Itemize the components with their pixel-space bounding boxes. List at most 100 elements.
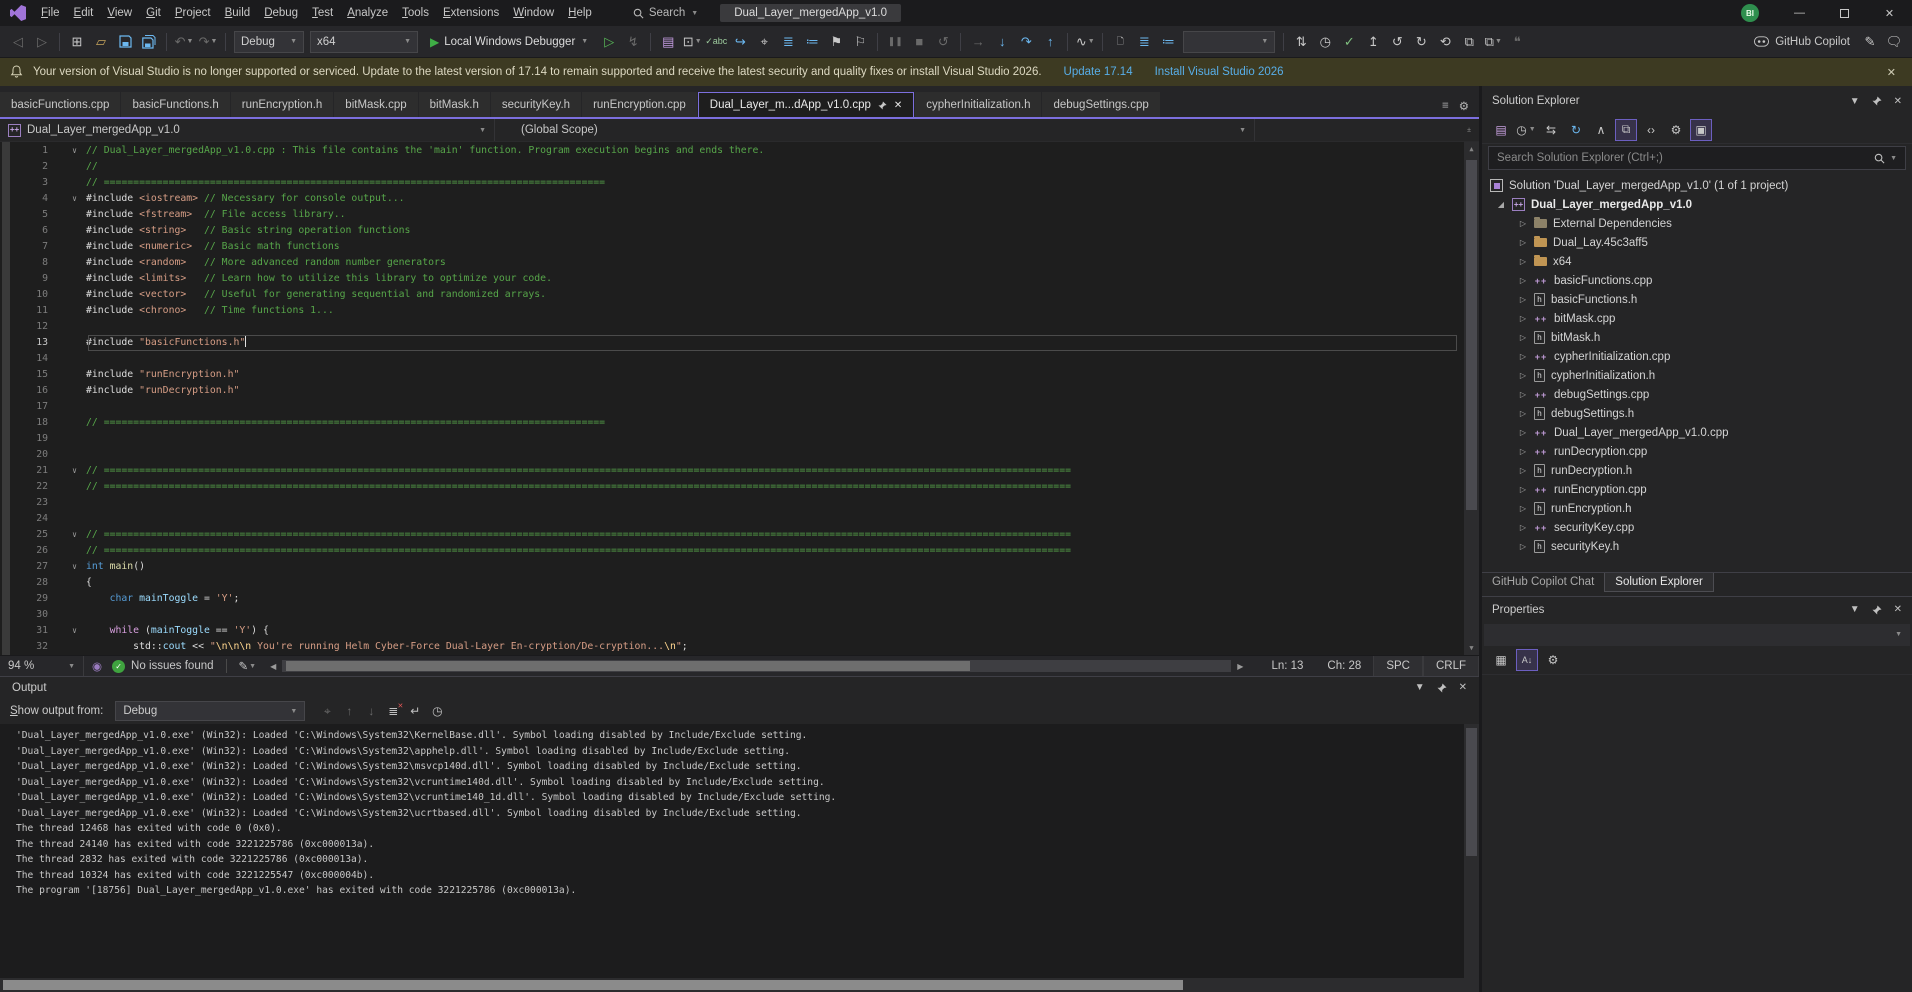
- step-out-icon[interactable]: ↑: [1039, 30, 1061, 54]
- menu-test[interactable]: Test: [305, 0, 340, 26]
- menu-extensions[interactable]: Extensions: [436, 0, 506, 26]
- window-position-icon[interactable]: ▼: [1850, 96, 1860, 107]
- save-icon[interactable]: [114, 30, 136, 54]
- restart-app-icon[interactable]: ↺: [932, 30, 954, 54]
- code-line-2[interactable]: 2//: [0, 159, 1463, 175]
- copilot-edit-icon[interactable]: ✎: [1859, 30, 1881, 54]
- tree-item-debugsettings-cpp[interactable]: ▷++debugSettings.cpp: [1482, 385, 1912, 404]
- expander-collapsed-icon[interactable]: ▷: [1518, 219, 1528, 228]
- show-next-statement-icon[interactable]: →: [967, 30, 989, 54]
- stage-changes-icon[interactable]: ⇅: [1290, 30, 1312, 54]
- code-line-4[interactable]: 4∨#include <iostream> // Necessary for c…: [0, 191, 1463, 207]
- fold-collapse-icon[interactable]: ∨: [48, 191, 86, 207]
- expander-collapsed-icon[interactable]: ▷: [1518, 409, 1528, 418]
- property-pages-icon[interactable]: ⚙: [1542, 649, 1564, 671]
- code-line-9[interactable]: 9#include <limits> // Learn how to utili…: [0, 271, 1463, 287]
- tab-basicfunctions-cpp[interactable]: basicFunctions.cpp: [0, 92, 120, 117]
- local-windows-debugger-button[interactable]: ▶Local Windows Debugger▼: [423, 30, 595, 54]
- tree-item-securitykey-h[interactable]: ▷hsecurityKey.h: [1482, 537, 1912, 556]
- expander-collapsed-icon[interactable]: ▷: [1518, 447, 1528, 456]
- menu-help[interactable]: Help: [561, 0, 599, 26]
- close-panel-icon[interactable]: ✕: [1894, 96, 1902, 107]
- bookmark-icon[interactable]: ⚑: [825, 30, 847, 54]
- properties-object-dropdown[interactable]: ▼: [1484, 624, 1910, 646]
- editor-vertical-scrollbar[interactable]: ▲ ▼: [1464, 142, 1479, 655]
- tree-item-runencryption-cpp[interactable]: ▷++runEncryption.cpp: [1482, 480, 1912, 499]
- diagnostic-tools-icon[interactable]: ∿▼: [1074, 30, 1096, 54]
- collapse-all-icon[interactable]: ∧: [1590, 119, 1612, 141]
- menu-view[interactable]: View: [100, 0, 139, 26]
- code-line-17[interactable]: 17: [0, 399, 1463, 415]
- tree-item-bitmask-cpp[interactable]: ▷++bitMask.cpp: [1482, 309, 1912, 328]
- settings-gear-icon[interactable]: ⚙: [1459, 99, 1469, 113]
- pin-icon[interactable]: [1872, 605, 1882, 615]
- expander-collapsed-icon[interactable]: ▷: [1518, 428, 1528, 437]
- spell-checker-icon[interactable]: ✓abc: [705, 30, 727, 54]
- bookmark-clear-icon[interactable]: ⚐: [849, 30, 871, 54]
- history-undo-icon[interactable]: ↺: [1386, 30, 1408, 54]
- show-all-files-icon[interactable]: ⧉: [1615, 119, 1637, 141]
- code-line-22[interactable]: 22// ===================================…: [0, 479, 1463, 495]
- code-editor[interactable]: 1∨// Dual_Layer_mergedApp_v1.0.cpp : Thi…: [0, 142, 1479, 655]
- line-ending-indicator[interactable]: CRLF: [1423, 656, 1479, 676]
- account-avatar[interactable]: BI: [1741, 4, 1759, 22]
- clear-all-icon[interactable]: ≣✕: [383, 701, 403, 721]
- code-line-5[interactable]: 5#include <fstream> // File access libra…: [0, 207, 1463, 223]
- close-tab-icon[interactable]: ✕: [894, 100, 902, 111]
- scroll-right-icon[interactable]: ▶: [1237, 662, 1243, 671]
- tree-item-basicfunctions-cpp[interactable]: ▷++basicFunctions.cpp: [1482, 271, 1912, 290]
- infobar-close-icon[interactable]: ✕: [1881, 66, 1902, 79]
- history-redo-icon[interactable]: ↻: [1410, 30, 1432, 54]
- new-project-icon[interactable]: ⊞: [66, 30, 88, 54]
- tree-item-external-dependencies[interactable]: ▷External Dependencies: [1482, 214, 1912, 233]
- tab-bitmask-h[interactable]: bitMask.h: [419, 92, 490, 117]
- output-horizontal-scrollbar[interactable]: [0, 978, 1479, 992]
- format-document-icon[interactable]: ≣: [1133, 30, 1155, 54]
- switch-views-icon[interactable]: ▤: [1490, 119, 1512, 141]
- code-line-7[interactable]: 7#include <numeric> // Basic math functi…: [0, 239, 1463, 255]
- expander-expanded-icon[interactable]: ◢: [1496, 200, 1506, 209]
- expander-collapsed-icon[interactable]: ▷: [1518, 390, 1528, 399]
- expander-collapsed-icon[interactable]: ▷: [1518, 542, 1528, 551]
- compare-options-icon[interactable]: ⧉▼: [1482, 30, 1504, 54]
- output-source-dropdown[interactable]: Debug ▼: [115, 701, 305, 721]
- search-box[interactable]: Search ▼: [625, 5, 706, 21]
- output-vertical-scrollbar[interactable]: [1464, 724, 1479, 978]
- code-line-19[interactable]: 19: [0, 431, 1463, 447]
- expander-collapsed-icon[interactable]: ▷: [1518, 485, 1528, 494]
- expander-collapsed-icon[interactable]: ▷: [1518, 295, 1528, 304]
- tab-runencryption-h[interactable]: runEncryption.h: [231, 92, 334, 117]
- start-without-debugging-icon[interactable]: ▷: [598, 30, 620, 54]
- refresh-icon[interactable]: ↻: [1565, 119, 1587, 141]
- output-log[interactable]: 'Dual_Layer_mergedApp_v1.0.exe' (Win32):…: [0, 724, 1479, 978]
- scroll-left-icon[interactable]: ◀: [270, 662, 276, 671]
- minimize-button[interactable]: —: [1777, 0, 1822, 26]
- menu-git[interactable]: Git: [139, 0, 168, 26]
- scrollbar-thumb[interactable]: [286, 661, 969, 671]
- tree-item-runencryption-h[interactable]: ▷hrunEncryption.h: [1482, 499, 1912, 518]
- navigate-backward-icon[interactable]: ◁: [7, 30, 29, 54]
- tree-item-cypherinitialization-h[interactable]: ▷hcypherInitialization.h: [1482, 366, 1912, 385]
- code-line-16[interactable]: 16#include "runDecryption.h": [0, 383, 1463, 399]
- preview-selected-items-icon[interactable]: ▣: [1690, 119, 1712, 141]
- editor-horizontal-scrollbar[interactable]: [282, 660, 1231, 672]
- expander-collapsed-icon[interactable]: ▷: [1518, 238, 1528, 247]
- code-line-15[interactable]: 15#include "runEncryption.h": [0, 367, 1463, 383]
- expander-collapsed-icon[interactable]: ▷: [1518, 352, 1528, 361]
- code-line-14[interactable]: 14: [0, 351, 1463, 367]
- update-link[interactable]: Update 17.14: [1064, 66, 1133, 78]
- tab-cypherinitialization-h[interactable]: cypherInitialization.h: [915, 92, 1041, 117]
- close-panel-icon[interactable]: ✕: [1459, 682, 1467, 693]
- pin-icon[interactable]: [1872, 96, 1882, 106]
- scrollbar-thumb[interactable]: [3, 980, 1183, 990]
- properties-icon[interactable]: ⚙: [1665, 119, 1687, 141]
- indent-lines-icon[interactable]: ≣: [777, 30, 799, 54]
- tree-item-x64[interactable]: ▷x64: [1482, 252, 1912, 271]
- code-line-28[interactable]: 28{: [0, 575, 1463, 591]
- tree-item-rundecryption-h[interactable]: ▷hrunDecryption.h: [1482, 461, 1912, 480]
- tab-bitmask-cpp[interactable]: bitMask.cpp: [334, 92, 417, 117]
- scrollbar-thumb[interactable]: [1466, 728, 1477, 856]
- categorized-icon[interactable]: ▦: [1490, 649, 1512, 671]
- expander-collapsed-icon[interactable]: ▷: [1518, 504, 1528, 513]
- tree-item-securitykey-cpp[interactable]: ▷++securityKey.cpp: [1482, 518, 1912, 537]
